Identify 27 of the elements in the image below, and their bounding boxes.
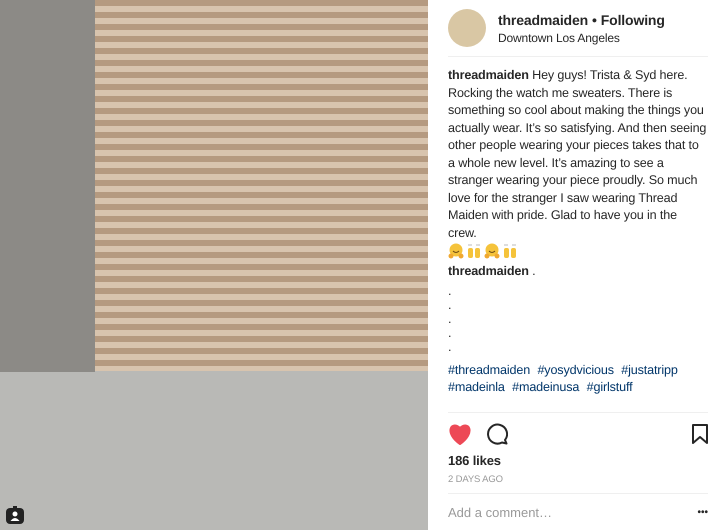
- heart-icon[interactable]: [448, 423, 472, 445]
- hashtag-link[interactable]: #madeinusa: [512, 380, 580, 394]
- bookmark-icon[interactable]: [692, 424, 708, 444]
- raised-hands-icon: [502, 243, 518, 259]
- follow-status[interactable]: Following: [600, 12, 665, 28]
- likes-count[interactable]: 186 likes: [448, 453, 708, 468]
- hashtag-link[interactable]: #girlstuff: [586, 380, 632, 394]
- hugging-face-icon: [448, 243, 464, 259]
- comment-text: threadmaiden .: [448, 263, 536, 280]
- comment-line: .: [448, 284, 452, 298]
- comment-line: .: [448, 340, 452, 354]
- hashtag-link[interactable]: #yosydvicious: [537, 362, 614, 376]
- more-options-button[interactable]: •••: [697, 506, 708, 518]
- speech-bubble-icon[interactable]: [486, 423, 508, 445]
- person-tag-icon[interactable]: [6, 506, 24, 524]
- caption-text: threadmaiden Hey guys! Trista & Syd here. Rocking the watch me sweaters. There is something so cool about making the things you actually wear. It’s so satisfying. And then seeing other people wearing your pieces takes that to a whole new level. It’s amazing to see a stranger wearing your piece proudly. So much love for the stranger I saw wearing Thread Maiden with pride. Glad to have you in the crew.: [448, 67, 708, 242]
- hashtag-link[interactable]: #madeinla: [448, 380, 505, 394]
- bullet-separator: •: [592, 12, 597, 28]
- raised-hands-icon: [466, 243, 482, 259]
- hashtag-link[interactable]: #justatripp: [621, 362, 678, 376]
- comment-line: .: [448, 298, 452, 312]
- comment-line: .: [448, 326, 452, 340]
- username[interactable]: threadmaiden: [498, 12, 588, 28]
- hugging-face-icon: [484, 243, 500, 259]
- hashtag-link[interactable]: #threadmaiden: [448, 362, 530, 376]
- comment-line: .: [448, 312, 452, 326]
- location[interactable]: Downtown Los Angeles: [498, 30, 665, 44]
